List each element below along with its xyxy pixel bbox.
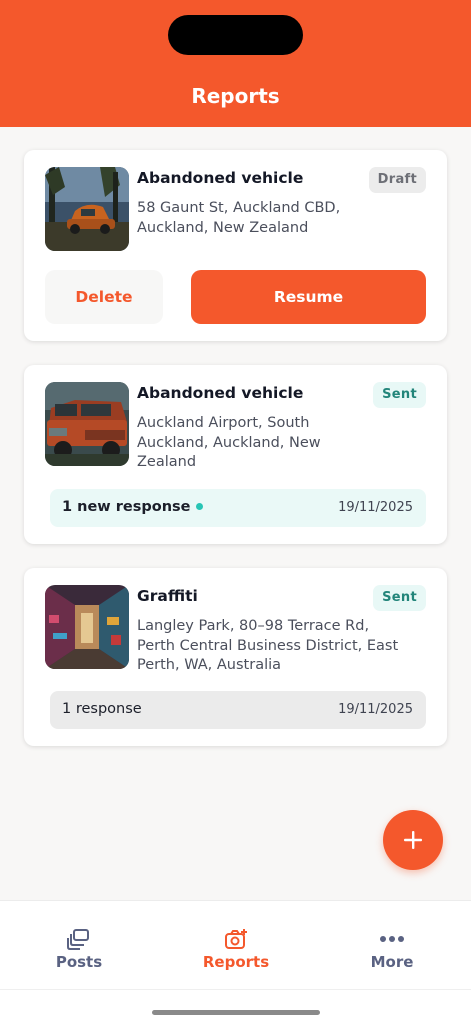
posts-icon [24, 927, 134, 951]
add-report-button[interactable] [383, 810, 443, 870]
report-address: Auckland Airport, South Auckland, Auckla… [137, 415, 321, 470]
response-summary[interactable]: 1 response 19/11/2025 [50, 691, 426, 729]
plus-icon [404, 831, 422, 849]
tab-reports[interactable]: Reports [181, 927, 291, 971]
tabbar-divider [0, 989, 471, 990]
report-card-sent[interactable]: Abandoned vehicle Sent Auckland Airport,… [24, 365, 447, 544]
new-response-dot-icon [196, 502, 204, 510]
home-indicator[interactable] [152, 1010, 320, 1015]
delete-button[interactable]: Delete [45, 270, 163, 324]
status-badge: Draft [368, 167, 426, 193]
status-badge: Sent [373, 585, 426, 611]
report-title: Abandoned vehicle [137, 384, 304, 402]
status-badge: Sent [373, 382, 426, 408]
tab-label: More [370, 953, 414, 971]
page-title: Reports [191, 84, 280, 108]
response-summary[interactable]: 1 new response 19/11/2025 [50, 489, 426, 527]
tab-more[interactable]: More [337, 927, 447, 971]
dynamic-island [168, 15, 303, 55]
report-thumbnail [45, 585, 129, 669]
report-title: Abandoned vehicle [137, 169, 304, 187]
response-date: 19/11/2025 [338, 500, 413, 515]
report-thumbnail [45, 167, 129, 251]
report-title: Graffiti [137, 587, 198, 605]
tab-label: Posts [55, 953, 103, 971]
app-header: Reports [0, 0, 471, 127]
report-card-graffiti[interactable]: Graffiti Sent Langley Park, 80–98 Terrac… [24, 568, 447, 746]
report-address: Langley Park, 80–98 Terrace Rd, Perth Ce… [137, 618, 399, 673]
tab-label: Reports [202, 953, 270, 971]
response-label: 1 new response [62, 499, 204, 515]
bottom-tab-bar: Posts Reports More [0, 900, 471, 1024]
more-dots-icon [337, 927, 447, 951]
tab-posts[interactable]: Posts [24, 927, 134, 971]
resume-button[interactable]: Resume [191, 270, 426, 324]
report-address: 58 Gaunt St, Auckland CBD, Auckland, New… [137, 200, 341, 236]
report-card-draft[interactable]: Abandoned vehicle Draft 58 Gaunt St, Auc… [24, 150, 447, 341]
report-thumbnail [45, 382, 129, 466]
response-label: 1 response [62, 701, 142, 717]
camera-report-icon [181, 927, 291, 951]
response-date: 19/11/2025 [338, 702, 413, 717]
